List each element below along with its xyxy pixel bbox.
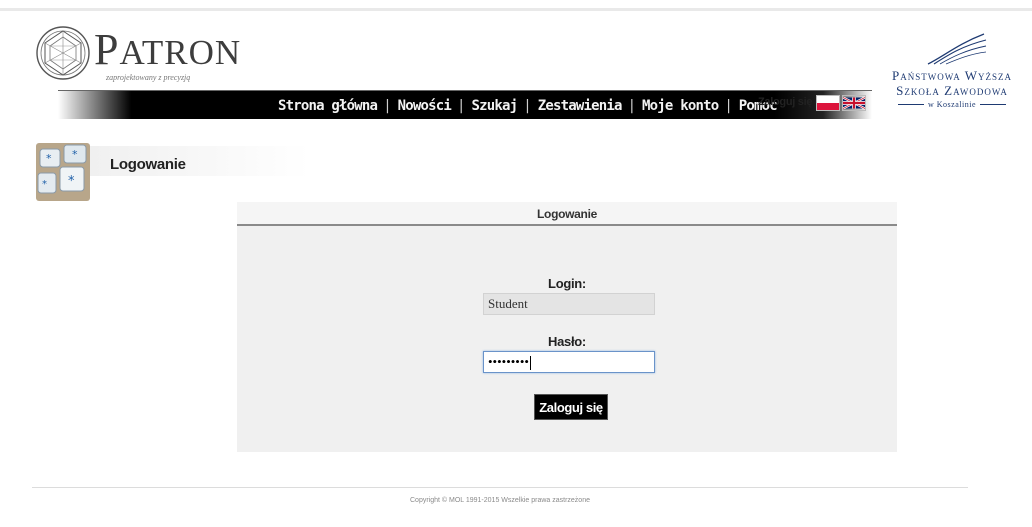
keyboard-keys-icon: * * * * — [36, 143, 90, 201]
university-logo[interactable]: Państwowa Wyższa Szkoła Zawodowa w Kosza… — [878, 30, 1026, 120]
footer-divider — [32, 487, 968, 488]
diamond-logo-icon — [36, 26, 90, 80]
nav-separator: | — [627, 98, 637, 114]
svg-text:*: * — [68, 174, 75, 189]
nav-separator: | — [724, 98, 733, 114]
header-login-link[interactable]: Zaloguj się — [758, 96, 812, 108]
password-value: ••••••••• — [488, 354, 529, 369]
page-title: Logowanie — [110, 156, 186, 173]
patron-logo[interactable]: PATRON zaprojektowany z precyzją — [34, 24, 240, 88]
waves-logo-icon — [927, 33, 987, 65]
main-nav: Strona główna | Nowości | Szukaj | Zesta… — [278, 94, 778, 118]
panel-title: Logowanie — [537, 207, 597, 221]
nav-search[interactable]: Szukaj — [471, 98, 518, 114]
university-name-line3: w Koszalinie — [878, 100, 1026, 109]
nav-separator: | — [457, 98, 466, 114]
top-divider — [0, 8, 1032, 11]
text-caret — [529, 356, 531, 371]
svg-text:*: * — [46, 152, 52, 165]
brand-tagline: zaprojektowany z precyzją — [106, 73, 191, 82]
university-name-line1: Państwowa Wyższa — [891, 68, 1012, 83]
panel-header: Logowanie — [237, 202, 897, 226]
pl-flag-icon[interactable] — [816, 95, 840, 111]
login-panel: Logowanie Login: Student Hasło: ••••••••… — [237, 202, 897, 452]
nav-home[interactable]: Strona główna — [278, 98, 378, 114]
svg-text:*: * — [72, 148, 78, 161]
login-input[interactable]: Student — [483, 293, 655, 315]
nav-my-account[interactable]: Moje konto — [642, 98, 719, 114]
university-name-line2: Szkoła Zawodowa — [896, 83, 1008, 98]
svg-text:*: * — [42, 179, 47, 190]
brand-name: PATRON — [94, 25, 242, 74]
uk-flag-icon[interactable] — [842, 95, 866, 111]
nav-separator: | — [523, 98, 532, 114]
password-label: Hasło: — [548, 334, 586, 349]
nav-reports[interactable]: Zestawienia — [538, 98, 623, 114]
login-label: Login: — [548, 276, 586, 291]
nav-separator: | — [383, 98, 392, 114]
password-input[interactable]: ••••••••• — [483, 351, 655, 373]
nav-news[interactable]: Nowości — [398, 98, 452, 114]
footer-copyright: Copyright © MOL 1991-2015 Wszelkie prawa… — [410, 497, 590, 504]
login-submit-button[interactable]: Zaloguj się — [534, 394, 608, 420]
